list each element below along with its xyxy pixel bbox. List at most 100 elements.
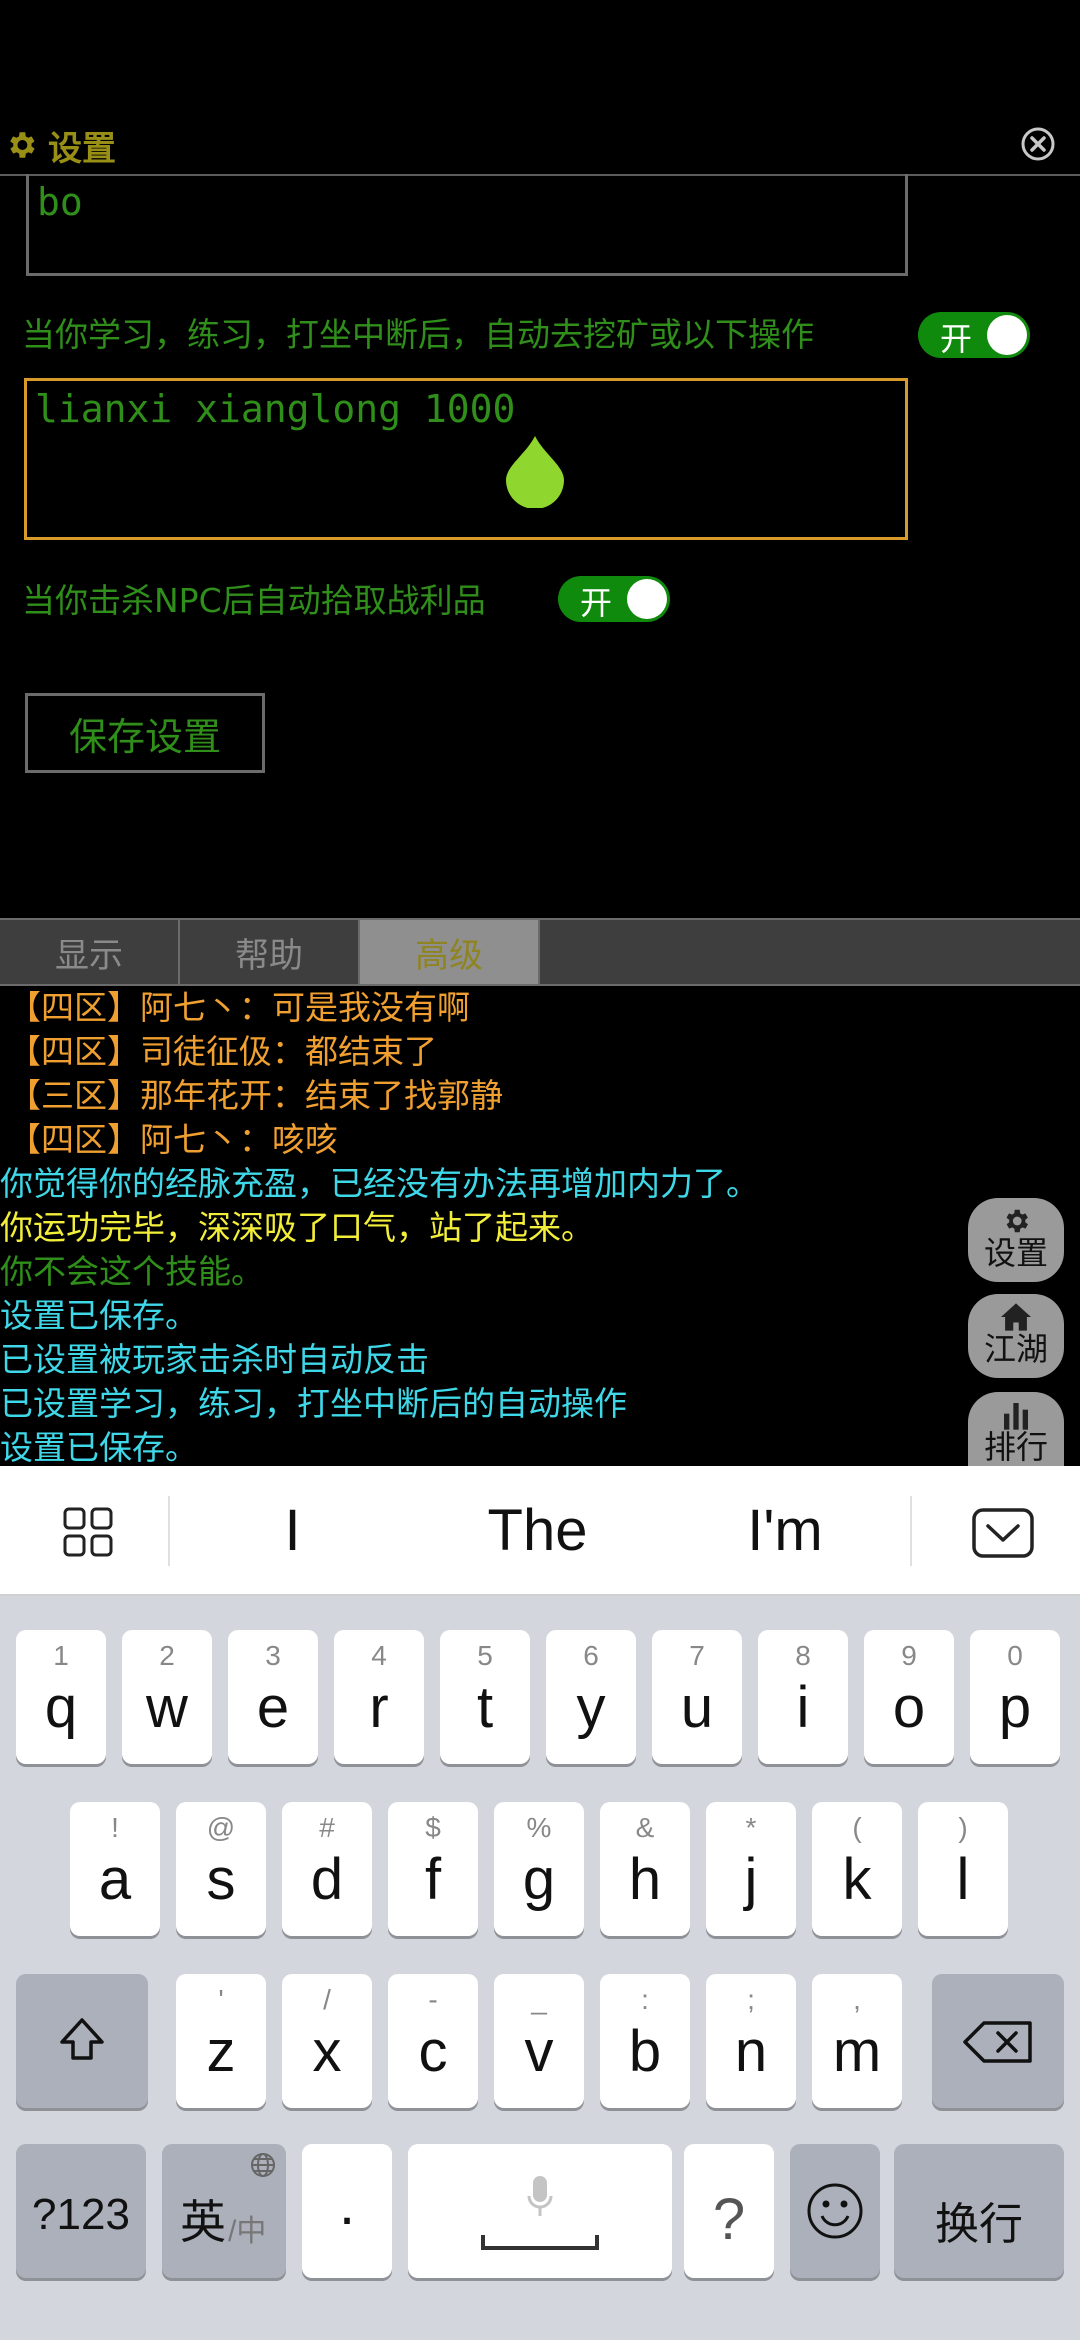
key-label: j (744, 1847, 758, 1912)
log-line: 【三区】那年花开：结束了找郭静 (8, 1076, 503, 1115)
side-ranking-label: 排行 (983, 1428, 1048, 1466)
keyboard-suggestion-bar: I The I'm (0, 1466, 1080, 1596)
key-label: x (312, 2019, 342, 2084)
key-a[interactable]: ! a (70, 1802, 160, 1936)
settings-title: 设置 (0, 118, 116, 172)
key-hint: ) (958, 1812, 968, 1843)
keyboard: 1q 2w 3e 4r 5t 6y 7u 8i 9o 0p ! a @ s # d $… (0, 1596, 1080, 2340)
key-hint: ; (747, 1984, 755, 2015)
hide-keyboard-icon[interactable] (972, 1508, 1034, 1558)
auto-command-input[interactable]: lianxi xianglong 1000 (24, 378, 908, 540)
tab-help[interactable]: 帮助 (180, 920, 360, 984)
previous-command-field[interactable]: bo (26, 174, 908, 276)
key-label: w (146, 1675, 188, 1740)
bar-chart-icon (1004, 1403, 1028, 1430)
auto-loot-toggle[interactable]: 开 (558, 576, 670, 622)
dot-key-label: · (337, 2185, 357, 2250)
numbers-key[interactable]: ?123 (16, 2144, 146, 2278)
key-f[interactable]: $ f (388, 1802, 478, 1936)
message-log[interactable]: 【四区】阿七丶：可是我没有啊 【四区】司徒征伋：都结束了 【三区】那年花开：结束… (0, 986, 1080, 1466)
log-line: 你不会这个技能。 (0, 1252, 264, 1291)
side-jianghu-button[interactable]: 江湖 (968, 1294, 1064, 1378)
auto-action-toggle[interactable]: 开 (918, 312, 1030, 358)
suggestion-1[interactable]: I (170, 1466, 415, 1594)
side-ranking-button[interactable]: 排行 (968, 1392, 1064, 1466)
enter-key-label: 换行 (935, 2199, 1023, 2250)
key-hint: 8 (795, 1640, 811, 1671)
log-line: 【四区】司徒征伋：都结束了 (8, 1032, 437, 1071)
key-n[interactable]: ; n (706, 1974, 796, 2108)
settings-title-text: 设置 (48, 128, 116, 169)
key-e[interactable]: 3e (228, 1630, 318, 1764)
key-h[interactable]: & h (600, 1802, 690, 1936)
emoji-key[interactable] (790, 2144, 880, 2278)
key-hint: 3 (265, 1640, 281, 1671)
key-hint: $ (425, 1812, 441, 1843)
text-cursor-handle-icon[interactable] (504, 434, 566, 508)
space-key[interactable] (408, 2144, 672, 2278)
auto-action-toggle-text: 开 (940, 320, 973, 358)
space-bar-icon (481, 2235, 599, 2250)
backspace-key[interactable] (932, 1974, 1064, 2108)
auto-loot-toggle-text: 开 (580, 584, 613, 622)
key-hint: @ (206, 1812, 236, 1843)
key-s[interactable]: @ s (176, 1802, 266, 1936)
tab-bar: 显示 帮助 高级 (0, 920, 1080, 984)
dot-key[interactable]: · (302, 2144, 392, 2278)
key-m[interactable]: ,m (812, 1974, 902, 2108)
key-g[interactable]: % g (494, 1802, 584, 1936)
suggestion-3[interactable]: I'm (660, 1466, 910, 1594)
key-q[interactable]: 1q (16, 1630, 106, 1764)
log-line: 设置已保存。 (0, 1428, 198, 1466)
key-hint: 4 (371, 1640, 387, 1671)
save-settings-button[interactable]: 保存设置 (25, 693, 265, 773)
key-l[interactable]: ) l (918, 1802, 1008, 1936)
key-y[interactable]: 6y (546, 1630, 636, 1764)
key-hint: * (745, 1812, 757, 1843)
key-c[interactable]: -c (388, 1974, 478, 2108)
key-v[interactable]: _ v (494, 1974, 584, 2108)
tab-display[interactable]: 显示 (0, 920, 180, 984)
question-key-label: ? (712, 2187, 746, 2252)
key-x[interactable]: / x (282, 1974, 372, 2108)
grid-menu-icon[interactable] (62, 1506, 114, 1558)
key-label: b (628, 2019, 662, 2084)
tab-advanced[interactable]: 高级 (360, 920, 540, 984)
side-settings-button[interactable]: 设置 (968, 1198, 1064, 1282)
key-label: e (256, 1675, 290, 1740)
log-line: 设置已保存。 (0, 1296, 198, 1335)
shift-key[interactable] (16, 1974, 148, 2108)
key-w[interactable]: 2w (122, 1630, 212, 1764)
home-icon (1001, 1303, 1031, 1331)
key-o[interactable]: 9o (864, 1630, 954, 1764)
language-key[interactable]: 英 /中 (162, 2144, 286, 2278)
key-hint: 2 (159, 1640, 175, 1671)
key-label: y (576, 1675, 606, 1740)
key-b[interactable]: :b (600, 1974, 690, 2108)
question-key[interactable]: ? (684, 2144, 774, 2278)
key-r[interactable]: 4r (334, 1630, 424, 1764)
key-hint: - (428, 1984, 438, 2015)
toggle-knob (627, 579, 667, 619)
key-label: o (892, 1675, 926, 1740)
key-hint: ' (218, 1984, 224, 2015)
key-hint: 0 (1007, 1640, 1023, 1671)
log-line: 已设置被玩家击杀时自动反击 (0, 1340, 429, 1379)
key-u[interactable]: 7u (652, 1630, 742, 1764)
enter-key[interactable]: 换行 (894, 2144, 1064, 2278)
key-label: a (98, 1847, 132, 1912)
key-label: u (680, 1675, 714, 1740)
close-icon[interactable] (1020, 126, 1056, 162)
log-line: 【四区】阿七丶：咳咳 (8, 1120, 338, 1159)
key-hint: 6 (583, 1640, 599, 1671)
key-j[interactable]: * j (706, 1802, 796, 1936)
key-t[interactable]: 5t (440, 1630, 530, 1764)
key-z[interactable]: ' z (176, 1974, 266, 2108)
key-d[interactable]: # d (282, 1802, 372, 1936)
key-k[interactable]: (k (812, 1802, 902, 1936)
key-p[interactable]: 0p (970, 1630, 1060, 1764)
key-hint: / (323, 1984, 331, 2015)
key-i[interactable]: 8i (758, 1630, 848, 1764)
suggestion-2[interactable]: The (415, 1466, 660, 1594)
globe-icon (251, 2153, 275, 2177)
